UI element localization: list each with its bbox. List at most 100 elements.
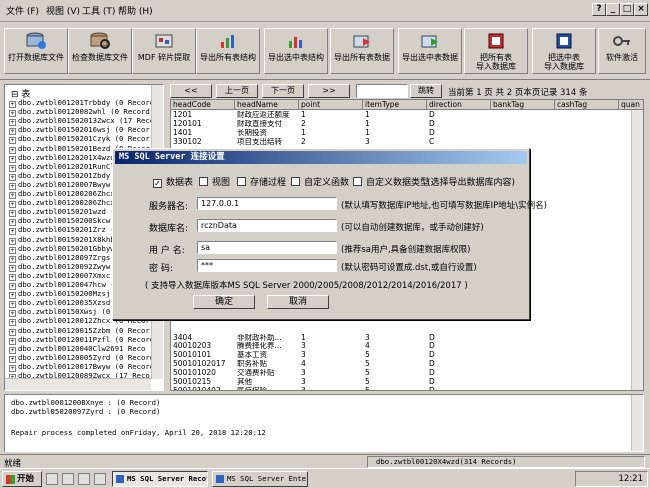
table-row[interactable]: 330102 项目支出结转 2 3 C (171, 137, 643, 146)
column-header[interactable]: bankTag (491, 100, 555, 110)
table-cell: 1 (301, 128, 306, 137)
checkbox-tables[interactable]: ✓ 数据表 (153, 175, 193, 188)
table-row[interactable]: 500101020 交通费补贴 3 5 D (171, 369, 643, 378)
log-scrollbar[interactable] (631, 395, 643, 451)
menu-bar: 文件 (F) 视图 (V) 工具 (T) 帮助 (H) ? _ □ × (0, 0, 650, 22)
table-row[interactable]: 120101 财政直接支付 2 1 D (171, 119, 643, 128)
task-sql-recovery[interactable]: MS SQL Server Recovery (112, 471, 208, 487)
column-header[interactable]: headCode (171, 100, 235, 110)
open-db-file-button[interactable]: 打开数据库文件 (4, 28, 68, 74)
table-cell: 职务补贴 (237, 360, 267, 369)
table-row[interactable]: 40010203 腾费择化养... 3 4 D (171, 342, 643, 351)
quick-launch-icon[interactable] (62, 473, 74, 485)
jump-button[interactable]: 跳转 (410, 84, 442, 98)
table-cell: 1 (365, 111, 370, 119)
next-page-button[interactable]: 下一页 (262, 84, 304, 98)
connection-settings-dialog: MS SQL Server 连接设置 ✓ 数据表 视图 存储过程 自定义函数 自定… (112, 148, 547, 320)
export-selected-data-button[interactable]: 导出选中表数据 (398, 28, 462, 74)
table-cell: 1 (365, 119, 370, 128)
export-data-icon (353, 35, 370, 48)
table-cell: 500101020 (173, 369, 216, 378)
close-button[interactable]: × (634, 3, 648, 16)
database-input[interactable]: rcznData (197, 219, 337, 232)
table-row[interactable]: 3404 非财政补助... 1 3 D (171, 333, 643, 342)
ok-button[interactable]: 确定 (193, 295, 255, 309)
password-input[interactable]: *** (197, 259, 337, 272)
tree-horizontal-scrollbar[interactable] (5, 378, 151, 390)
table-row[interactable]: 1201 财政应返还额度 1 1 D (171, 111, 643, 119)
export-selected-structure-button[interactable]: 导出选中表结构 (264, 28, 328, 74)
table-cell: 财政应返还额度 (237, 111, 290, 119)
menu-view[interactable]: 视图 (V) (46, 4, 80, 17)
restore-button[interactable]: □ (620, 3, 634, 16)
app-icon (116, 475, 124, 483)
table-cell: 3 (301, 369, 306, 378)
quick-launch-icon[interactable] (94, 473, 106, 485)
username-label: 用 户 名: (149, 246, 185, 256)
checkbox-functions[interactable]: 自定义函数 (291, 175, 349, 188)
prev-page-button[interactable]: 上一页 (216, 84, 258, 98)
menu-file[interactable]: 文件 (F) (6, 4, 39, 17)
first-page-button[interactable]: << (170, 84, 212, 98)
checks-hint: (选择导出数据库内容) (427, 178, 516, 188)
password-label: 密 码: (149, 264, 173, 274)
table-cell: 40010203 (173, 342, 212, 351)
import-all-tables-button[interactable]: 把所有表 导入数据库 (464, 28, 528, 74)
minimize-button[interactable]: _ (606, 3, 620, 16)
table-row[interactable]: 1401 长期投资 1 1 D (171, 128, 643, 137)
table-cell: 5 (365, 360, 370, 369)
column-header[interactable]: itemType (363, 100, 427, 110)
table-cell: 50010215 (173, 378, 212, 386)
table-cell: 50010101 (173, 351, 212, 360)
check-db-icon (90, 32, 110, 49)
table-cell: 1 (301, 111, 306, 119)
checkbox-datatypes[interactable]: 自定义数据类型 (353, 175, 429, 188)
column-header[interactable]: direction (427, 100, 491, 110)
column-header[interactable]: cashTag (555, 100, 619, 110)
table-row[interactable]: 5001010402医疗保险35D (171, 387, 643, 390)
clock: 12:21 (618, 474, 644, 484)
table-cell: 1 (301, 333, 306, 342)
activate-software-button[interactable]: 软件激活 (598, 28, 646, 74)
username-input[interactable]: sa (197, 241, 337, 254)
grid-header: headCode headName point itemType direction ba… (171, 100, 643, 110)
table-row[interactable]: 50010101 基本工资 3 5 D (171, 351, 643, 360)
table-cell: 3 (301, 342, 306, 351)
menu-help[interactable]: 帮助 (H) (118, 4, 153, 17)
table-row[interactable] (171, 325, 643, 333)
last-page-button[interactable]: >> (308, 84, 350, 98)
grid-vertical-scrollbar[interactable] (631, 110, 643, 390)
table-cell: 5 (365, 351, 370, 360)
quick-launch-icon[interactable] (46, 473, 58, 485)
table-cell: D (429, 111, 435, 119)
checkbox-views[interactable]: 视图 (199, 175, 230, 188)
table-cell: 3 (365, 137, 370, 146)
column-header[interactable]: point (299, 100, 363, 110)
quick-launch-icon[interactable] (78, 473, 90, 485)
table-cell: D (429, 342, 435, 351)
cancel-button[interactable]: 取消 (267, 295, 329, 309)
column-header[interactable]: quan (619, 100, 643, 110)
log-line: Repair process completed onFriday, April… (11, 428, 266, 437)
menu-tools[interactable]: 工具 (T) (82, 4, 115, 17)
system-tray: 12:21 (575, 471, 648, 487)
username-hint: (推荐sa用户,具备创建数据库权限) (341, 245, 471, 255)
export-all-structure-button[interactable]: 导出所有表结构 (196, 28, 260, 74)
export-all-data-button[interactable]: 导出所有表数据 (330, 28, 394, 74)
windows-flag-icon (6, 475, 15, 484)
server-input[interactable]: 127.0.0.1 (197, 197, 337, 210)
taskbar: 开始 MS SQL Server Recovery MS SQL Server … (0, 468, 650, 488)
check-db-file-button[interactable]: 检查数据库文件 (68, 28, 132, 74)
jump-page-input[interactable] (356, 84, 408, 98)
database-label: 数据库名: (149, 224, 189, 234)
start-button[interactable]: 开始 (2, 471, 42, 487)
table-row[interactable]: 50010215 其他 3 5 D (171, 378, 643, 386)
table-row[interactable]: 50010102017 职务补贴 4 5 D (171, 360, 643, 369)
import-selected-tables-button[interactable]: 把选中表 导入数据库 (532, 28, 596, 74)
task-sql-enterprise[interactable]: MS SQL Server Enterpri... (212, 471, 308, 487)
checkbox-procedures[interactable]: 存储过程 (237, 175, 286, 188)
column-header[interactable]: headName (235, 100, 299, 110)
version-note: ( 支持导入数据库版本MS SQL Server 2000/2005/2008/… (145, 281, 468, 291)
help-button[interactable]: ? (592, 3, 606, 16)
mdf-fragment-button[interactable]: MDF 碎片提取 (132, 28, 196, 74)
